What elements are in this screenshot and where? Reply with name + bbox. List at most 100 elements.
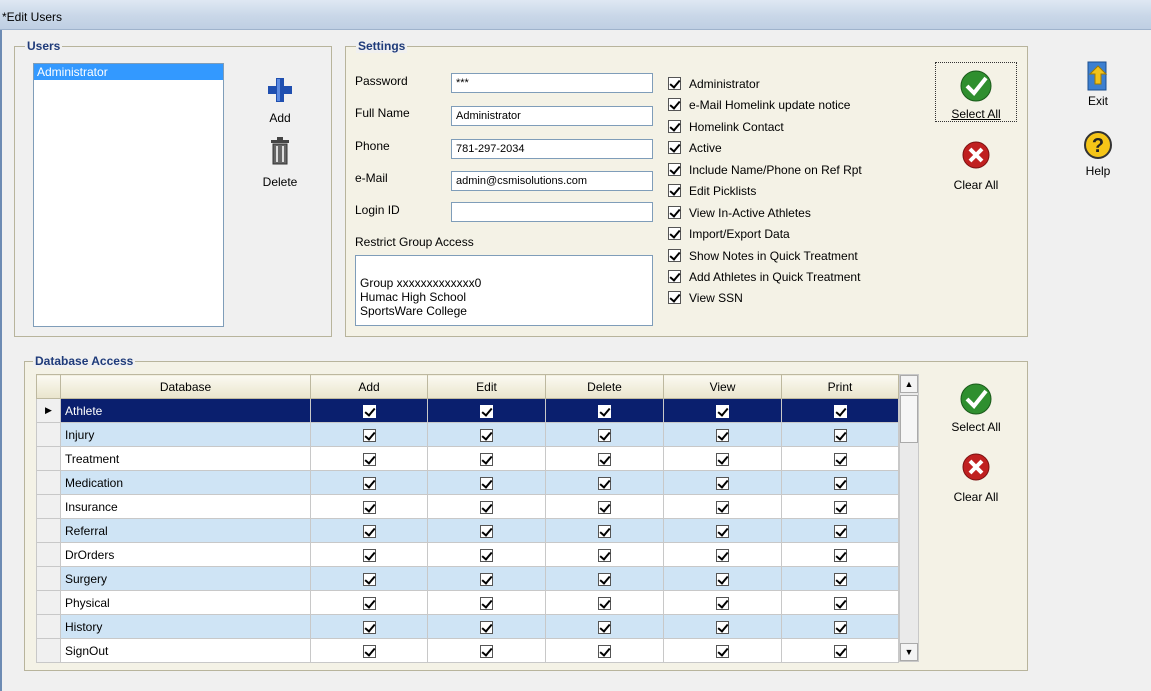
cb-active[interactable]: Active bbox=[668, 137, 722, 158]
scroll-thumb[interactable] bbox=[900, 395, 918, 443]
col-add[interactable]: Add bbox=[310, 374, 428, 399]
grid-row[interactable]: Injury bbox=[36, 422, 899, 447]
cb-view-inactive[interactable]: View In-Active Athletes bbox=[668, 202, 811, 223]
grid-row[interactable]: Physical bbox=[36, 590, 899, 615]
delete-checkbox[interactable] bbox=[598, 644, 611, 658]
view-checkbox[interactable] bbox=[716, 548, 729, 562]
row-indicator[interactable] bbox=[36, 566, 61, 591]
cb-edit-picklists[interactable]: Edit Picklists bbox=[668, 180, 756, 201]
add-checkbox[interactable] bbox=[362, 596, 376, 610]
add-checkbox[interactable] bbox=[362, 452, 376, 466]
grid-row[interactable]: SignOut bbox=[36, 638, 899, 663]
checkbox[interactable] bbox=[668, 270, 681, 283]
view-checkbox[interactable] bbox=[716, 428, 729, 442]
password-field[interactable]: *** bbox=[451, 73, 653, 93]
cb-view-ssn[interactable]: View SSN bbox=[668, 287, 743, 308]
print-checkbox[interactable] bbox=[833, 404, 847, 418]
col-database[interactable]: Database bbox=[60, 374, 311, 399]
col-print[interactable]: Print bbox=[781, 374, 899, 399]
checkbox[interactable] bbox=[668, 163, 681, 176]
cb-administrator[interactable]: Administrator bbox=[668, 73, 760, 94]
edit-checkbox[interactable] bbox=[480, 476, 493, 490]
database-name-cell[interactable]: Surgery bbox=[60, 566, 311, 591]
grid-scrollbar[interactable]: ▲ ▼ bbox=[899, 374, 919, 662]
group-item[interactable]: Humac High School bbox=[360, 290, 652, 304]
print-checkbox[interactable] bbox=[833, 428, 847, 442]
delete-checkbox[interactable] bbox=[598, 476, 611, 490]
add-checkbox[interactable] bbox=[362, 428, 376, 442]
view-checkbox[interactable] bbox=[716, 452, 729, 466]
exit-button[interactable]: Exit bbox=[1078, 60, 1118, 114]
print-checkbox[interactable] bbox=[833, 572, 847, 586]
delete-checkbox[interactable] bbox=[598, 404, 611, 418]
database-name-cell[interactable]: Insurance bbox=[60, 494, 311, 519]
grid-row[interactable]: DrOrders bbox=[36, 542, 899, 567]
edit-checkbox[interactable] bbox=[480, 644, 493, 658]
view-checkbox[interactable] bbox=[716, 644, 729, 658]
edit-checkbox[interactable] bbox=[480, 524, 493, 538]
print-checkbox[interactable] bbox=[833, 620, 847, 634]
grid-row[interactable]: Medication bbox=[36, 470, 899, 495]
print-checkbox[interactable] bbox=[833, 476, 847, 490]
users-list[interactable]: Administrator bbox=[33, 63, 224, 327]
print-checkbox[interactable] bbox=[833, 500, 847, 514]
users-list-item[interactable]: Administrator bbox=[34, 64, 223, 80]
cb-homelink-contact[interactable]: Homelink Contact bbox=[668, 116, 784, 137]
add-checkbox[interactable] bbox=[362, 644, 376, 658]
database-name-cell[interactable]: DrOrders bbox=[60, 542, 311, 567]
delete-checkbox[interactable] bbox=[598, 500, 611, 514]
row-indicator[interactable] bbox=[36, 470, 61, 495]
fullname-field[interactable]: Administrator bbox=[451, 106, 653, 126]
print-checkbox[interactable] bbox=[833, 548, 847, 562]
delete-checkbox[interactable] bbox=[598, 524, 611, 538]
cb-show-notes[interactable]: Show Notes in Quick Treatment bbox=[668, 245, 858, 266]
view-checkbox[interactable] bbox=[716, 596, 729, 610]
add-checkbox[interactable] bbox=[362, 548, 376, 562]
loginid-field[interactable] bbox=[451, 202, 653, 222]
row-indicator[interactable] bbox=[36, 542, 61, 567]
database-name-cell[interactable]: Physical bbox=[60, 590, 311, 615]
group-item[interactable]: Group xxxxxxxxxxxxx0 bbox=[360, 276, 652, 290]
view-checkbox[interactable] bbox=[716, 476, 729, 490]
database-name-cell[interactable]: Treatment bbox=[60, 446, 311, 471]
checkbox[interactable] bbox=[668, 249, 681, 262]
print-checkbox[interactable] bbox=[833, 452, 847, 466]
delete-checkbox[interactable] bbox=[598, 620, 611, 634]
grid-row[interactable]: Treatment bbox=[36, 446, 899, 471]
edit-checkbox[interactable] bbox=[480, 620, 493, 634]
group-access-list[interactable]: Group xxxxxxxxxxxxx0 Humac High School S… bbox=[355, 255, 653, 326]
scroll-down-arrow[interactable]: ▼ bbox=[900, 643, 918, 661]
database-name-cell[interactable]: Medication bbox=[60, 470, 311, 495]
col-edit[interactable]: Edit bbox=[427, 374, 546, 399]
add-user-button[interactable]: Add bbox=[253, 77, 307, 127]
col-delete[interactable]: Delete bbox=[545, 374, 664, 399]
checkbox[interactable] bbox=[668, 227, 681, 240]
grid-row[interactable]: History bbox=[36, 614, 899, 639]
help-button[interactable]: ? Help bbox=[1078, 130, 1118, 186]
add-checkbox[interactable] bbox=[362, 572, 376, 586]
view-checkbox[interactable] bbox=[716, 572, 729, 586]
cb-import-export[interactable]: Import/Export Data bbox=[668, 223, 790, 244]
grid-row[interactable]: ▶ Athlete bbox=[36, 398, 899, 423]
row-indicator[interactable] bbox=[36, 446, 61, 471]
row-indicator[interactable] bbox=[36, 614, 61, 639]
checkbox[interactable] bbox=[668, 141, 681, 154]
cb-add-athletes[interactable]: Add Athletes in Quick Treatment bbox=[668, 266, 860, 287]
add-checkbox[interactable] bbox=[362, 404, 376, 418]
add-checkbox[interactable] bbox=[362, 476, 376, 490]
email-field[interactable]: admin@csmisolutions.com bbox=[451, 171, 653, 191]
checkbox[interactable] bbox=[668, 77, 681, 90]
delete-checkbox[interactable] bbox=[598, 572, 611, 586]
row-indicator[interactable] bbox=[36, 638, 61, 663]
checkbox[interactable] bbox=[668, 120, 681, 133]
row-indicator[interactable] bbox=[36, 518, 61, 543]
edit-checkbox[interactable] bbox=[480, 404, 493, 418]
scroll-up-arrow[interactable]: ▲ bbox=[900, 375, 918, 393]
database-name-cell[interactable]: SignOut bbox=[60, 638, 311, 663]
print-checkbox[interactable] bbox=[833, 596, 847, 610]
checkbox[interactable] bbox=[668, 98, 681, 111]
col-view[interactable]: View bbox=[663, 374, 782, 399]
checkbox[interactable] bbox=[668, 184, 681, 197]
edit-checkbox[interactable] bbox=[480, 428, 493, 442]
checkbox[interactable] bbox=[668, 291, 681, 304]
